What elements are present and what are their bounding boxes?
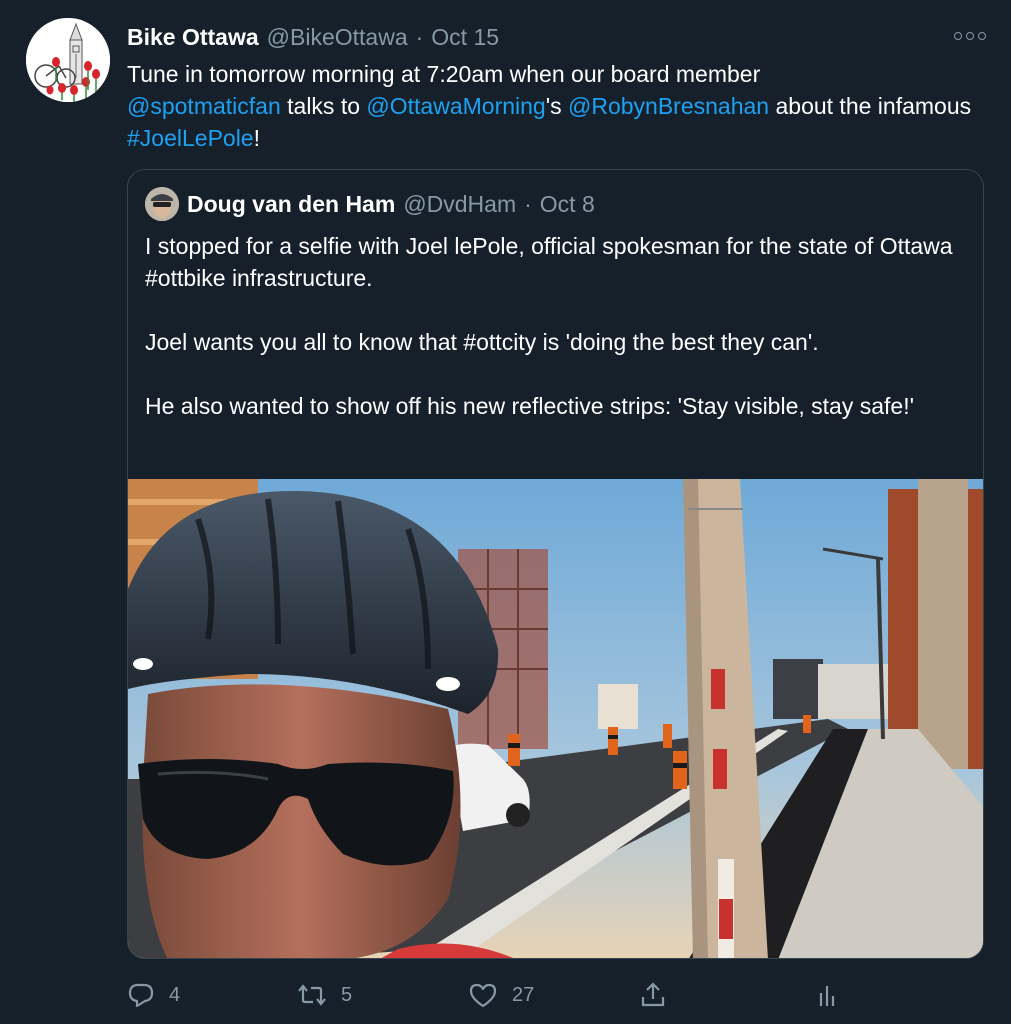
quoted-photo[interactable] (128, 479, 983, 958)
quoted-header-separator: · (524, 190, 532, 217)
reply-button[interactable]: 4 (127, 975, 180, 1015)
tweet-text-part2: talks to (280, 93, 367, 119)
analytics-button[interactable] (813, 975, 841, 1015)
tweet-date[interactable]: Oct 15 (431, 24, 499, 51)
bike-ottawa-logo (26, 18, 110, 102)
tweet[interactable]: Bike Ottawa @BikeOttawa · Oct 15 Tune in… (0, 0, 1011, 1024)
quoted-author-name[interactable]: Doug van den Ham (187, 191, 395, 218)
retweet-count: 5 (341, 983, 353, 1006)
author-handle[interactable]: @BikeOttawa (267, 24, 408, 51)
author-name[interactable]: Bike Ottawa (127, 24, 259, 51)
quoted-tweet-date[interactable]: Oct 8 (540, 191, 595, 218)
author-avatar[interactable] (26, 18, 110, 102)
quoted-paragraph-1: I stopped for a selfie with Joel lePole,… (145, 233, 953, 291)
like-icon (469, 983, 497, 1008)
share-button[interactable] (639, 975, 667, 1015)
tweet-text: Tune in tomorrow morning at 7:20am when … (127, 58, 987, 154)
hashtag-joellepole[interactable]: #JoelLePole (127, 125, 254, 151)
analytics-icon (819, 986, 835, 1006)
header-separator: · (415, 23, 424, 50)
quoted-tweet-text: I stopped for a selfie with Joel lePole,… (145, 230, 965, 422)
tweet-text-part3: 's (545, 93, 568, 119)
retweet-button[interactable]: 5 (297, 975, 352, 1015)
quoted-tweet[interactable]: Doug van den Ham @DvdHam · Oct 8 I stopp… (127, 169, 984, 959)
quoted-tweet-header: Doug van den Ham @DvdHam · Oct 8 (145, 187, 595, 221)
like-count: 27 (512, 983, 535, 1006)
quoted-paragraph-2: Joel wants you all to know that #ottcity… (145, 329, 819, 355)
quoted-paragraph-3: He also wanted to show off his new refle… (145, 393, 914, 419)
reply-count: 4 (169, 983, 181, 1006)
tweet-header: Bike Ottawa @BikeOttawa · Oct 15 (127, 22, 951, 52)
mention-ottawamorning[interactable]: @OttawaMorning (366, 93, 545, 119)
reply-icon (128, 983, 154, 1008)
mention-spotmaticfan[interactable]: @spotmaticfan (127, 93, 281, 119)
mention-robynbresnahan[interactable]: @RobynBresnahan (568, 93, 769, 119)
quoted-author-avatar[interactable] (145, 187, 179, 221)
more-button[interactable] (950, 22, 990, 50)
tweet-text-part4: about the infamous (769, 93, 972, 119)
tweet-actions: 4 5 27 (127, 975, 847, 1015)
more-icon (954, 32, 986, 40)
share-icon (641, 982, 665, 1007)
quoted-avatar-image (145, 187, 179, 221)
retweet-icon (298, 984, 326, 1006)
selfie-photo (128, 479, 983, 958)
tweet-text-part1: Tune in tomorrow morning at 7:20am when … (127, 61, 761, 87)
like-button[interactable]: 27 (468, 975, 534, 1015)
tweet-text-part5: ! (253, 125, 260, 151)
quoted-author-handle[interactable]: @DvdHam (403, 191, 516, 218)
